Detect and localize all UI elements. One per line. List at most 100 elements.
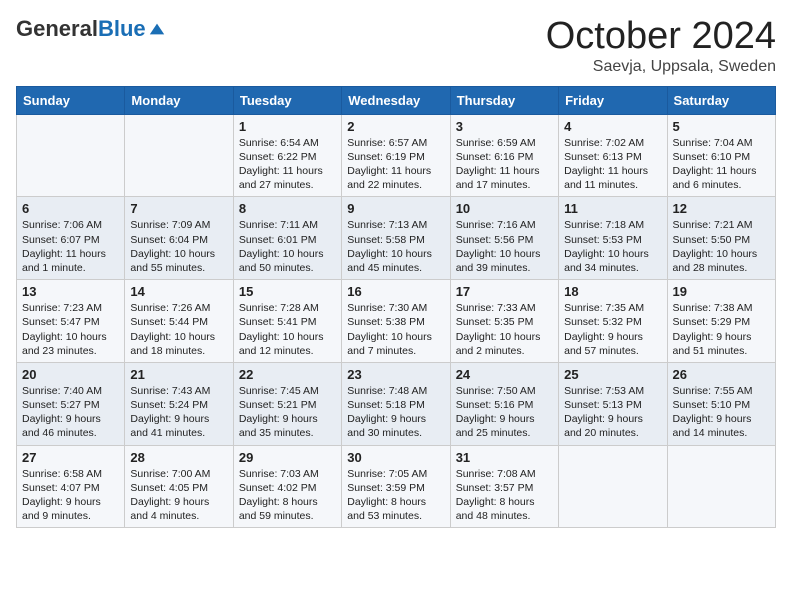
cell-content: Sunrise: 7:50 AMSunset: 5:16 PMDaylight:…	[456, 384, 553, 441]
calendar-cell: 25Sunrise: 7:53 AMSunset: 5:13 PMDayligh…	[559, 362, 667, 445]
cell-line: Sunrise: 7:48 AM	[347, 384, 444, 398]
cell-content: Sunrise: 7:35 AMSunset: 5:32 PMDaylight:…	[564, 301, 661, 358]
cell-content: Sunrise: 7:00 AMSunset: 4:05 PMDaylight:…	[130, 467, 227, 524]
cell-line: and 59 minutes.	[239, 509, 336, 523]
calendar-cell: 1Sunrise: 6:54 AMSunset: 6:22 PMDaylight…	[233, 114, 341, 197]
cell-line: Sunrise: 7:06 AM	[22, 218, 119, 232]
cell-line: and 22 minutes.	[347, 178, 444, 192]
cell-content: Sunrise: 7:02 AMSunset: 6:13 PMDaylight:…	[564, 136, 661, 193]
cell-line: Sunrise: 7:26 AM	[130, 301, 227, 315]
cell-line: Sunrise: 7:30 AM	[347, 301, 444, 315]
cell-line: Sunrise: 7:04 AM	[673, 136, 770, 150]
cell-line: Daylight: 10 hours	[130, 247, 227, 261]
cell-line: Daylight: 11 hours	[347, 164, 444, 178]
header-cell-friday: Friday	[559, 86, 667, 114]
cell-content: Sunrise: 7:48 AMSunset: 5:18 PMDaylight:…	[347, 384, 444, 441]
header-cell-thursday: Thursday	[450, 86, 558, 114]
cell-line: Sunrise: 7:23 AM	[22, 301, 119, 315]
cell-line: Sunrise: 7:28 AM	[239, 301, 336, 315]
calendar-cell: 28 Sunrise: 7:00 AMSunset: 4:05 PMDayligh…	[125, 445, 233, 528]
cell-line: Sunrise: 7:43 AM	[130, 384, 227, 398]
day-number: 18	[564, 284, 661, 299]
week-row-3: 13Sunrise: 7:23 AMSunset: 5:47 PMDayligh…	[17, 280, 776, 363]
day-number: 6	[22, 201, 119, 216]
cell-line: Daylight: 10 hours	[239, 247, 336, 261]
cell-content: Sunrise: 7:38 AMSunset: 5:29 PMDaylight:…	[673, 301, 770, 358]
cell-line: and 18 minutes.	[130, 344, 227, 358]
cell-line: Sunrise: 7:05 AM	[347, 467, 444, 481]
cell-line: and 2 minutes.	[456, 344, 553, 358]
calendar-cell: 18 Sunrise: 7:35 AMSunset: 5:32 PMDayligh…	[559, 280, 667, 363]
calendar-cell: 20Sunrise: 7:40 AMSunset: 5:27 PMDayligh…	[17, 362, 125, 445]
cell-line: Sunset: 6:16 PM	[456, 150, 553, 164]
header-cell-tuesday: Tuesday	[233, 86, 341, 114]
cell-line: Sunrise: 6:57 AM	[347, 136, 444, 150]
cell-line: Sunset: 5:38 PM	[347, 315, 444, 329]
calendar-cell	[125, 114, 233, 197]
cell-line: Sunrise: 7:21 AM	[673, 218, 770, 232]
calendar-cell	[667, 445, 775, 528]
cell-line: Sunrise: 7:00 AM	[130, 467, 227, 481]
cell-line: Daylight: 10 hours	[673, 247, 770, 261]
calendar-cell	[559, 445, 667, 528]
cell-line: Daylight: 8 hours	[239, 495, 336, 509]
day-number: 28	[130, 450, 227, 465]
cell-line: and 25 minutes.	[456, 426, 553, 440]
week-row-5: 27Sunrise: 6:58 AMSunset: 4:07 PMDayligh…	[17, 445, 776, 528]
calendar-cell: 10Sunrise: 7:16 AMSunset: 5:56 PMDayligh…	[450, 197, 558, 280]
cell-content: Sunrise: 7:30 AMSunset: 5:38 PMDaylight:…	[347, 301, 444, 358]
day-number: 4	[564, 119, 661, 134]
cell-content: Sunrise: 7:43 AMSunset: 5:24 PMDaylight:…	[130, 384, 227, 441]
cell-line: Sunset: 5:35 PM	[456, 315, 553, 329]
cell-line: Sunset: 6:22 PM	[239, 150, 336, 164]
cell-line: Sunset: 3:59 PM	[347, 481, 444, 495]
cell-line: Daylight: 10 hours	[347, 330, 444, 344]
day-number: 3	[456, 119, 553, 134]
cell-line: and 20 minutes.	[564, 426, 661, 440]
cell-line: and 17 minutes.	[456, 178, 553, 192]
day-number: 2	[347, 119, 444, 134]
cell-line: Daylight: 10 hours	[239, 330, 336, 344]
calendar-cell: 11Sunrise: 7:18 AMSunset: 5:53 PMDayligh…	[559, 197, 667, 280]
day-number: 21	[130, 367, 227, 382]
cell-content: Sunrise: 7:06 AMSunset: 6:07 PMDaylight:…	[22, 218, 119, 275]
cell-line: Sunrise: 7:16 AM	[456, 218, 553, 232]
cell-content: Sunrise: 7:26 AMSunset: 5:44 PMDaylight:…	[130, 301, 227, 358]
logo-icon	[148, 20, 166, 38]
cell-line: Sunset: 6:19 PM	[347, 150, 444, 164]
cell-line: Sunset: 3:57 PM	[456, 481, 553, 495]
cell-line: Daylight: 9 hours	[130, 495, 227, 509]
cell-line: Sunset: 4:05 PM	[130, 481, 227, 495]
cell-content: Sunrise: 7:09 AMSunset: 6:04 PMDaylight:…	[130, 218, 227, 275]
cell-content: Sunrise: 7:08 AMSunset: 3:57 PMDaylight:…	[456, 467, 553, 524]
cell-line: and 12 minutes.	[239, 344, 336, 358]
cell-line: Daylight: 10 hours	[347, 247, 444, 261]
cell-line: Daylight: 11 hours	[673, 164, 770, 178]
month-title: October 2024	[546, 16, 776, 58]
calendar-cell: 24Sunrise: 7:50 AMSunset: 5:16 PMDayligh…	[450, 362, 558, 445]
calendar-cell: 21 Sunrise: 7:43 AMSunset: 5:24 PMDayligh…	[125, 362, 233, 445]
calendar-cell: 22Sunrise: 7:45 AMSunset: 5:21 PMDayligh…	[233, 362, 341, 445]
calendar-cell: 23Sunrise: 7:48 AMSunset: 5:18 PMDayligh…	[342, 362, 450, 445]
cell-line: Sunset: 5:18 PM	[347, 398, 444, 412]
cell-content: Sunrise: 7:23 AMSunset: 5:47 PMDaylight:…	[22, 301, 119, 358]
cell-line: Daylight: 9 hours	[239, 412, 336, 426]
week-row-2: 6 Sunrise: 7:06 AMSunset: 6:07 PMDaylight…	[17, 197, 776, 280]
cell-line: and 57 minutes.	[564, 344, 661, 358]
cell-line: Daylight: 9 hours	[22, 495, 119, 509]
cell-content: Sunrise: 7:03 AMSunset: 4:02 PMDaylight:…	[239, 467, 336, 524]
cell-line: Sunset: 5:47 PM	[22, 315, 119, 329]
cell-content: Sunrise: 7:05 AMSunset: 3:59 PMDaylight:…	[347, 467, 444, 524]
cell-line: and 53 minutes.	[347, 509, 444, 523]
calendar-cell: 31Sunrise: 7:08 AMSunset: 3:57 PMDayligh…	[450, 445, 558, 528]
cell-content: Sunrise: 7:55 AMSunset: 5:10 PMDaylight:…	[673, 384, 770, 441]
cell-line: and 41 minutes.	[130, 426, 227, 440]
cell-line: Daylight: 11 hours	[456, 164, 553, 178]
cell-line: Sunset: 6:13 PM	[564, 150, 661, 164]
cell-line: Daylight: 9 hours	[347, 412, 444, 426]
cell-content: Sunrise: 7:13 AMSunset: 5:58 PMDaylight:…	[347, 218, 444, 275]
day-number: 27	[22, 450, 119, 465]
week-row-4: 20Sunrise: 7:40 AMSunset: 5:27 PMDayligh…	[17, 362, 776, 445]
calendar-cell: 27Sunrise: 6:58 AMSunset: 4:07 PMDayligh…	[17, 445, 125, 528]
day-number: 10	[456, 201, 553, 216]
